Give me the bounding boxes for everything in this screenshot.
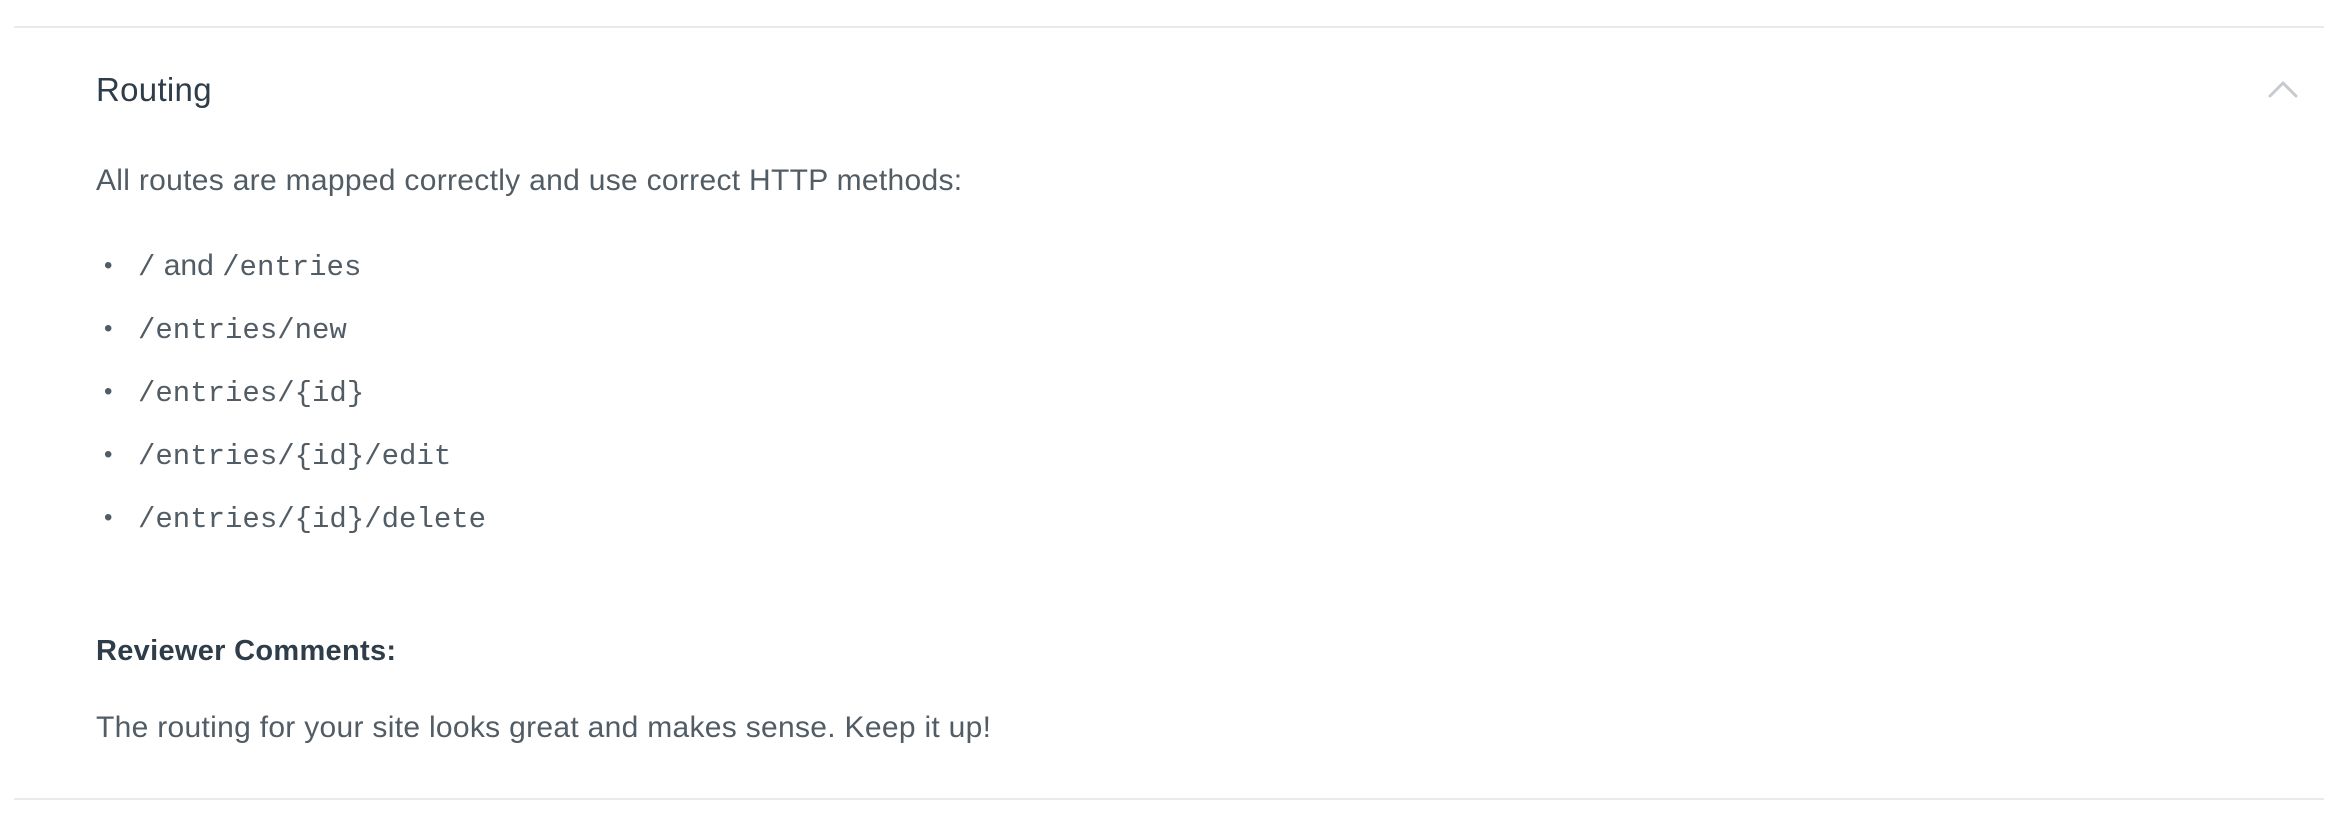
collapse-toggle-button[interactable] [2266,78,2300,100]
section-title: Routing [96,71,212,108]
route-path: /entries [222,251,362,284]
route-path: /entries/{id}/delete [138,503,487,536]
route-text: /entries/{id} [138,374,364,412]
list-item: • /entries/{id}/edit [96,437,486,500]
route-path: /entries/{id} [138,377,365,410]
reviewer-comment-text: The routing for your site looks great an… [96,711,992,744]
route-text: /entries/{id}/delete [138,500,486,538]
chevron-up-icon [2268,81,2298,98]
list-item: • /entries/new [96,311,486,374]
reviewer-comments-label: Reviewer Comments: [96,635,397,667]
rubric-section-routing: Routing All routes are mapped correctly … [96,28,2324,744]
section-header[interactable]: Routing [96,28,2324,152]
bullet: • [104,252,113,279]
route-list: • / and /entries • /entries/new • /entri… [96,248,486,563]
bullet: • [104,441,113,468]
route-path: /entries/{id}/edit [138,440,452,473]
route-path: /entries/new [138,314,347,347]
bullet: • [104,315,113,342]
route-path: / [138,251,156,284]
bottom-divider [14,798,2324,800]
route-connector: and [155,249,223,282]
bullet: • [104,378,113,405]
list-item: • /entries/{id}/delete [96,500,486,563]
intro-text: All routes are mapped correctly and use … [96,164,963,197]
route-text: /entries/new [138,311,347,349]
list-item: • / and /entries [96,248,486,311]
route-text: /entries/{id}/edit [138,437,451,475]
route-text: / and /entries [138,248,361,286]
list-item: • /entries/{id} [96,374,486,437]
bullet: • [104,504,113,531]
